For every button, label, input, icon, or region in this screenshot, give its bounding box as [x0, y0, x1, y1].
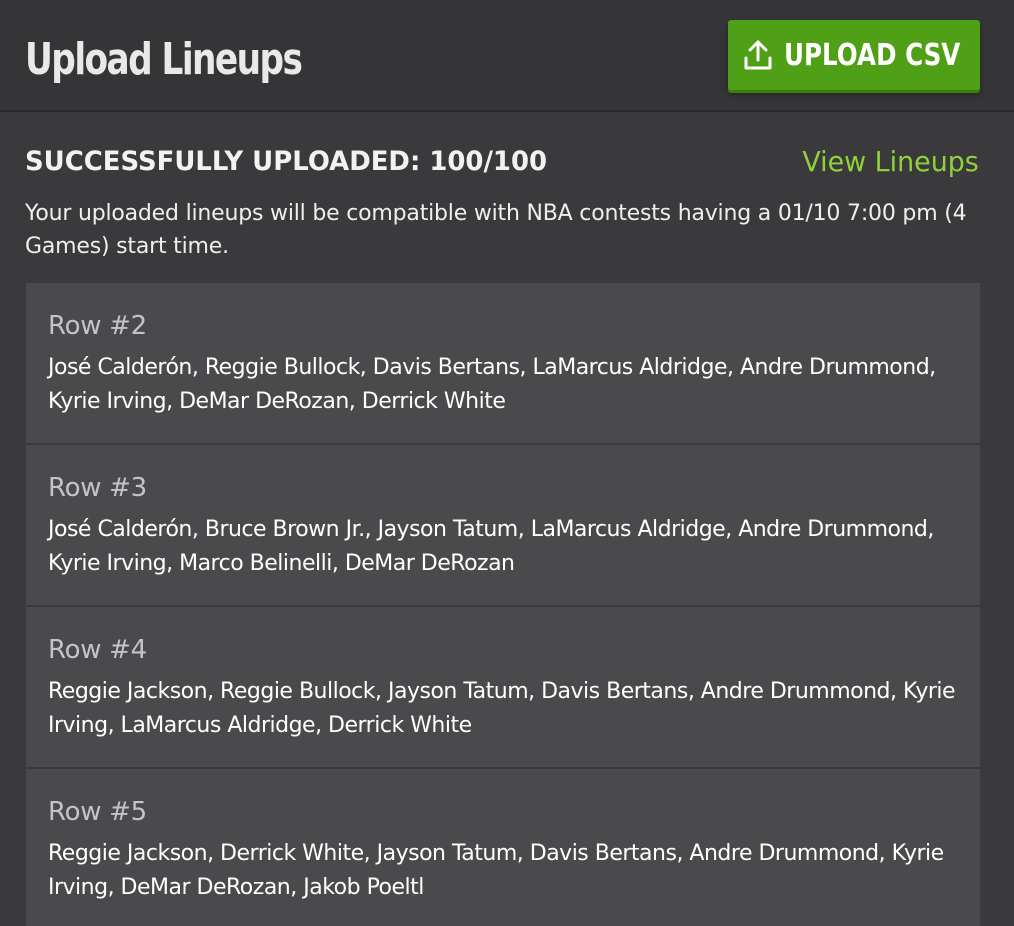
- row-title: Row #4: [48, 635, 147, 665]
- row-title: Row #3: [48, 473, 147, 503]
- row-players: José Calderón, Bruce Brown Jr., Jayson T…: [48, 517, 934, 576]
- page-title: Upload Lineups: [25, 34, 303, 85]
- row-players: José Calderón, Reggie Bullock, Davis Ber…: [48, 355, 936, 414]
- upload-icon: [744, 40, 772, 70]
- row-players: Reggie Jackson, Reggie Bullock, Jayson T…: [48, 679, 956, 738]
- row-players: Reggie Jackson, Derrick White, Jayson Ta…: [48, 841, 944, 900]
- view-lineups-link[interactable]: View Lineups: [803, 143, 979, 181]
- row-title: Row #5: [48, 797, 147, 827]
- upload-status-heading: SUCCESSFULLY UPLOADED: 100/100: [25, 146, 548, 177]
- list-item: Row #2 José Calderón, Reggie Bullock, Da…: [26, 283, 980, 445]
- upload-csv-button[interactable]: UPLOAD CSV: [728, 20, 980, 90]
- upload-lineups-page: Upload Lineups UPLOAD CSV SUCCESSFULLY U…: [0, 0, 1014, 926]
- list-item: Row #5 Reggie Jackson, Derrick White, Ja…: [26, 769, 980, 926]
- list-item: Row #3 José Calderón, Bruce Brown Jr., J…: [26, 445, 980, 607]
- row-title: Row #2: [48, 311, 147, 341]
- upload-csv-label: UPLOAD CSV: [784, 37, 961, 73]
- compatibility-description: Your uploaded lineups will be compatible…: [25, 201, 967, 259]
- uploaded-rows-list: Row #2 José Calderón, Reggie Bullock, Da…: [26, 283, 980, 926]
- list-item: Row #4 Reggie Jackson, Reggie Bullock, J…: [26, 607, 980, 769]
- page-header: Upload Lineups UPLOAD CSV: [0, 0, 1014, 112]
